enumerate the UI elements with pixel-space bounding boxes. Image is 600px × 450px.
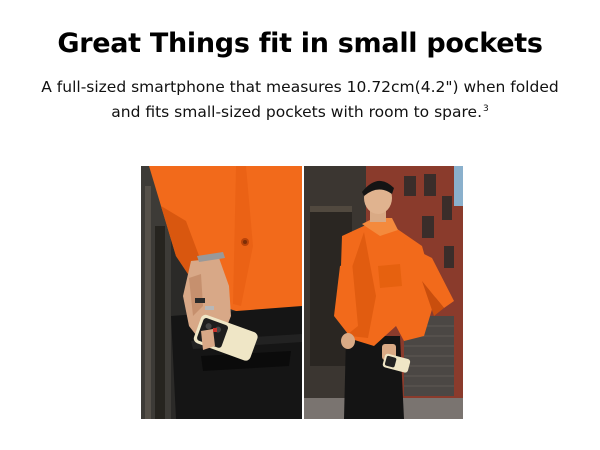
photo-pair [141, 166, 463, 419]
photo-hand-pocket [141, 166, 302, 419]
headline: Great Things fit in small pockets [57, 28, 543, 59]
page: Great Things fit in small pockets A full… [0, 0, 600, 450]
description-text: A full-sized smartphone that measures 10… [41, 78, 559, 121]
photo-hand-pocket-illustration [141, 166, 302, 419]
description: A full-sized smartphone that measures 10… [40, 76, 560, 123]
photo-man-street-illustration [304, 166, 463, 419]
footnote-marker[interactable]: 3 [483, 104, 489, 114]
photo-man-street [304, 166, 463, 419]
